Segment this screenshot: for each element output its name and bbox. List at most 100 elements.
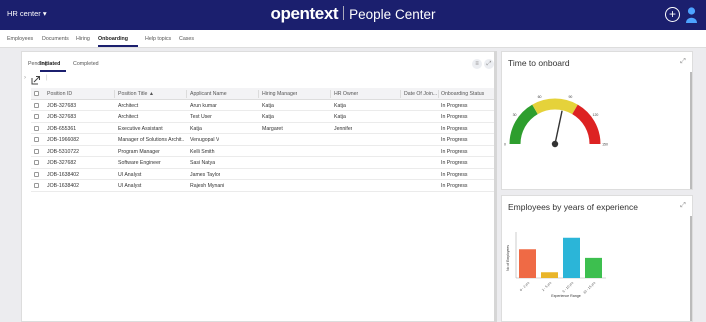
table-row[interactable]: JOB-1966082 Manager of Solutions Archit..… [31,134,495,146]
column-header-date-of-join[interactable]: Date Of Join... [404,91,437,97]
gauge-tick-label: 0 [504,143,506,147]
expand-icon[interactable]: ⤢ [484,59,494,69]
row-checkbox[interactable] [34,125,39,131]
export-icon[interactable] [31,75,41,85]
menu-icon[interactable]: ≡ [472,59,482,69]
cell-position-title: UI Analyst [118,183,142,189]
gauge-tick-label: 90 [568,95,572,99]
sort-ascending-icon: ▲ [148,91,155,97]
tab-cases[interactable]: Cases [179,36,194,42]
column-divider [438,90,439,98]
x-tick-label: 2 - 5 yrs [541,281,552,292]
gauge-title: Time to onboard [508,58,570,68]
cell-position-id: JOB-655361 [47,125,77,132]
column-header-applicant-name[interactable]: Applicant Name [190,91,227,97]
panel-scrollbar[interactable] [494,51,497,322]
row-checkbox[interactable] [34,102,39,108]
cell-hiring-manager: Margaret [262,125,283,132]
select-all-checkbox[interactable] [34,91,39,96]
cell-applicant-name: Kelli Smith [190,148,215,155]
user-icon[interactable] [686,7,697,23]
cell-onboarding-status: In Progress [441,160,468,166]
onboarding-grid: Position ID Position Title ▲ Applicant N… [31,88,495,192]
table-row[interactable]: JOB-327682 Software Engineer Sasi Natya In … [31,157,495,169]
time-to-onboard-card: Time to onboard ⤢ 0 30 60 90 120 150 [501,51,693,190]
brand-logo: opentext [270,4,339,23]
plus-circle-icon[interactable]: + [665,7,680,22]
onboarding-panel: Pending Initiated Completed ≡ ⤢ › | Posi… [21,51,497,322]
row-checkbox[interactable] [34,137,39,142]
cell-applicant-name: James Taylor [190,171,221,178]
tab-onboarding[interactable]: Onboarding [98,36,128,42]
expand-icon[interactable]: ⤢ [679,202,687,210]
x-axis-label: Experience Range [551,294,581,298]
cell-onboarding-status: In Progress [441,171,468,178]
grid-header: Position ID Position Title ▲ Applicant N… [31,88,495,100]
cell-position-id: JOB-1966082 [47,137,80,143]
chart-title: Employees by years of experience [508,202,638,212]
cell-applicant-name: Katja [190,125,202,132]
cell-hr-owner: Jennifer [334,125,353,132]
table-row[interactable]: JOB-1638402 UI Analyst James Taylor In Prog… [31,169,495,180]
y-axis-label: No of Employees [506,245,510,271]
subtab-initiated[interactable]: Initiated [40,61,60,67]
table-row[interactable]: JOB-327683 Architect Test User Katja Katja In… [31,111,495,123]
cell-position-id: JOB-327683 [47,102,77,109]
gauge-tick-label: 60 [538,95,542,99]
column-header-position-id[interactable]: Position ID [47,91,72,97]
row-checkbox[interactable] [34,183,39,188]
cell-position-id: JOB-1638402 [47,171,80,178]
row-checkbox[interactable] [34,148,39,154]
table-row[interactable]: JOB-327683 Architect Arun kumar Katja Katja I… [31,100,495,111]
gauge-band-mid [532,98,578,115]
cell-onboarding-status: In Progress [441,183,468,189]
tab-documents[interactable]: Documents [42,36,69,42]
cell-applicant-name: Test User [190,114,212,120]
table-row[interactable]: JOB-5310722 Program Manager Kelli Smith In … [31,146,495,157]
cell-applicant-name: Venugopal V [190,137,220,143]
tab-help-topics[interactable]: Help topics [145,36,171,42]
x-tick-label: 5 - 10 yrs [562,281,575,294]
cell-position-id: JOB-1638402 [47,183,80,189]
experience-bar-chart: 0 - 2 yrs 2 - 5 yrs 5 - 10 yrs 10 - 15 yrsE… [506,232,606,298]
cell-onboarding-status: In Progress [441,102,468,109]
cell-applicant-name: Rajesh Mynani [190,183,225,189]
expand-icon[interactable]: ⤢ [679,58,687,66]
cell-position-title: Architect [118,114,139,120]
cell-onboarding-status: In Progress [441,125,468,132]
table-row[interactable]: JOB-1638402 UI Analyst Rajesh Mynani In Pro… [31,180,495,192]
main-nav: Employees Documents Hiring Onboarding He… [0,30,706,48]
gauge-needle-hub [551,140,559,148]
cell-position-id: JOB-5310722 [47,148,80,155]
bar-1 [541,272,558,278]
row-checkbox[interactable] [34,171,39,177]
column-header-onboarding-status[interactable]: Onboarding Status [441,91,484,97]
gauge-needle [554,110,563,145]
table-row[interactable]: JOB-655361 Executive Assistant Katja Margar… [31,123,495,134]
experience-chart-card: Employees by years of experience ⤢ 0 - 2… [501,195,693,322]
cell-position-title: Program Manager [118,148,160,155]
column-header-hr-owner[interactable]: HR Owner [334,91,358,97]
active-subtab-indicator [40,70,66,72]
cell-position-title: Executive Assistant [118,125,163,132]
tab-employees[interactable]: Employees [7,36,33,42]
column-header-position-title[interactable]: Position Title ▲ [118,91,154,97]
tab-hiring[interactable]: Hiring [76,36,90,42]
cell-applicant-name: Arun kumar [190,102,217,109]
row-checkbox[interactable] [34,114,39,119]
cell-position-id: JOB-327682 [47,160,77,166]
column-divider [186,90,187,98]
toolbar-separator: | [46,75,48,81]
chevron-right-icon[interactable]: › [24,75,26,81]
brand-divider [343,6,345,20]
subtab-completed[interactable]: Completed [73,61,99,67]
time-to-onboard-gauge: 0 30 60 90 120 150 [504,95,608,148]
cell-position-title: Architect [118,102,139,109]
cell-hiring-manager: Katja [262,102,274,109]
row-checkbox[interactable] [34,160,39,165]
cell-applicant-name: Sasi Natya [190,160,216,166]
gauge-tick-label: 120 [593,113,599,117]
column-header-hiring-manager[interactable]: Hiring Manager [262,91,297,97]
cell-onboarding-status: In Progress [441,137,468,143]
active-tab-indicator [98,45,138,47]
